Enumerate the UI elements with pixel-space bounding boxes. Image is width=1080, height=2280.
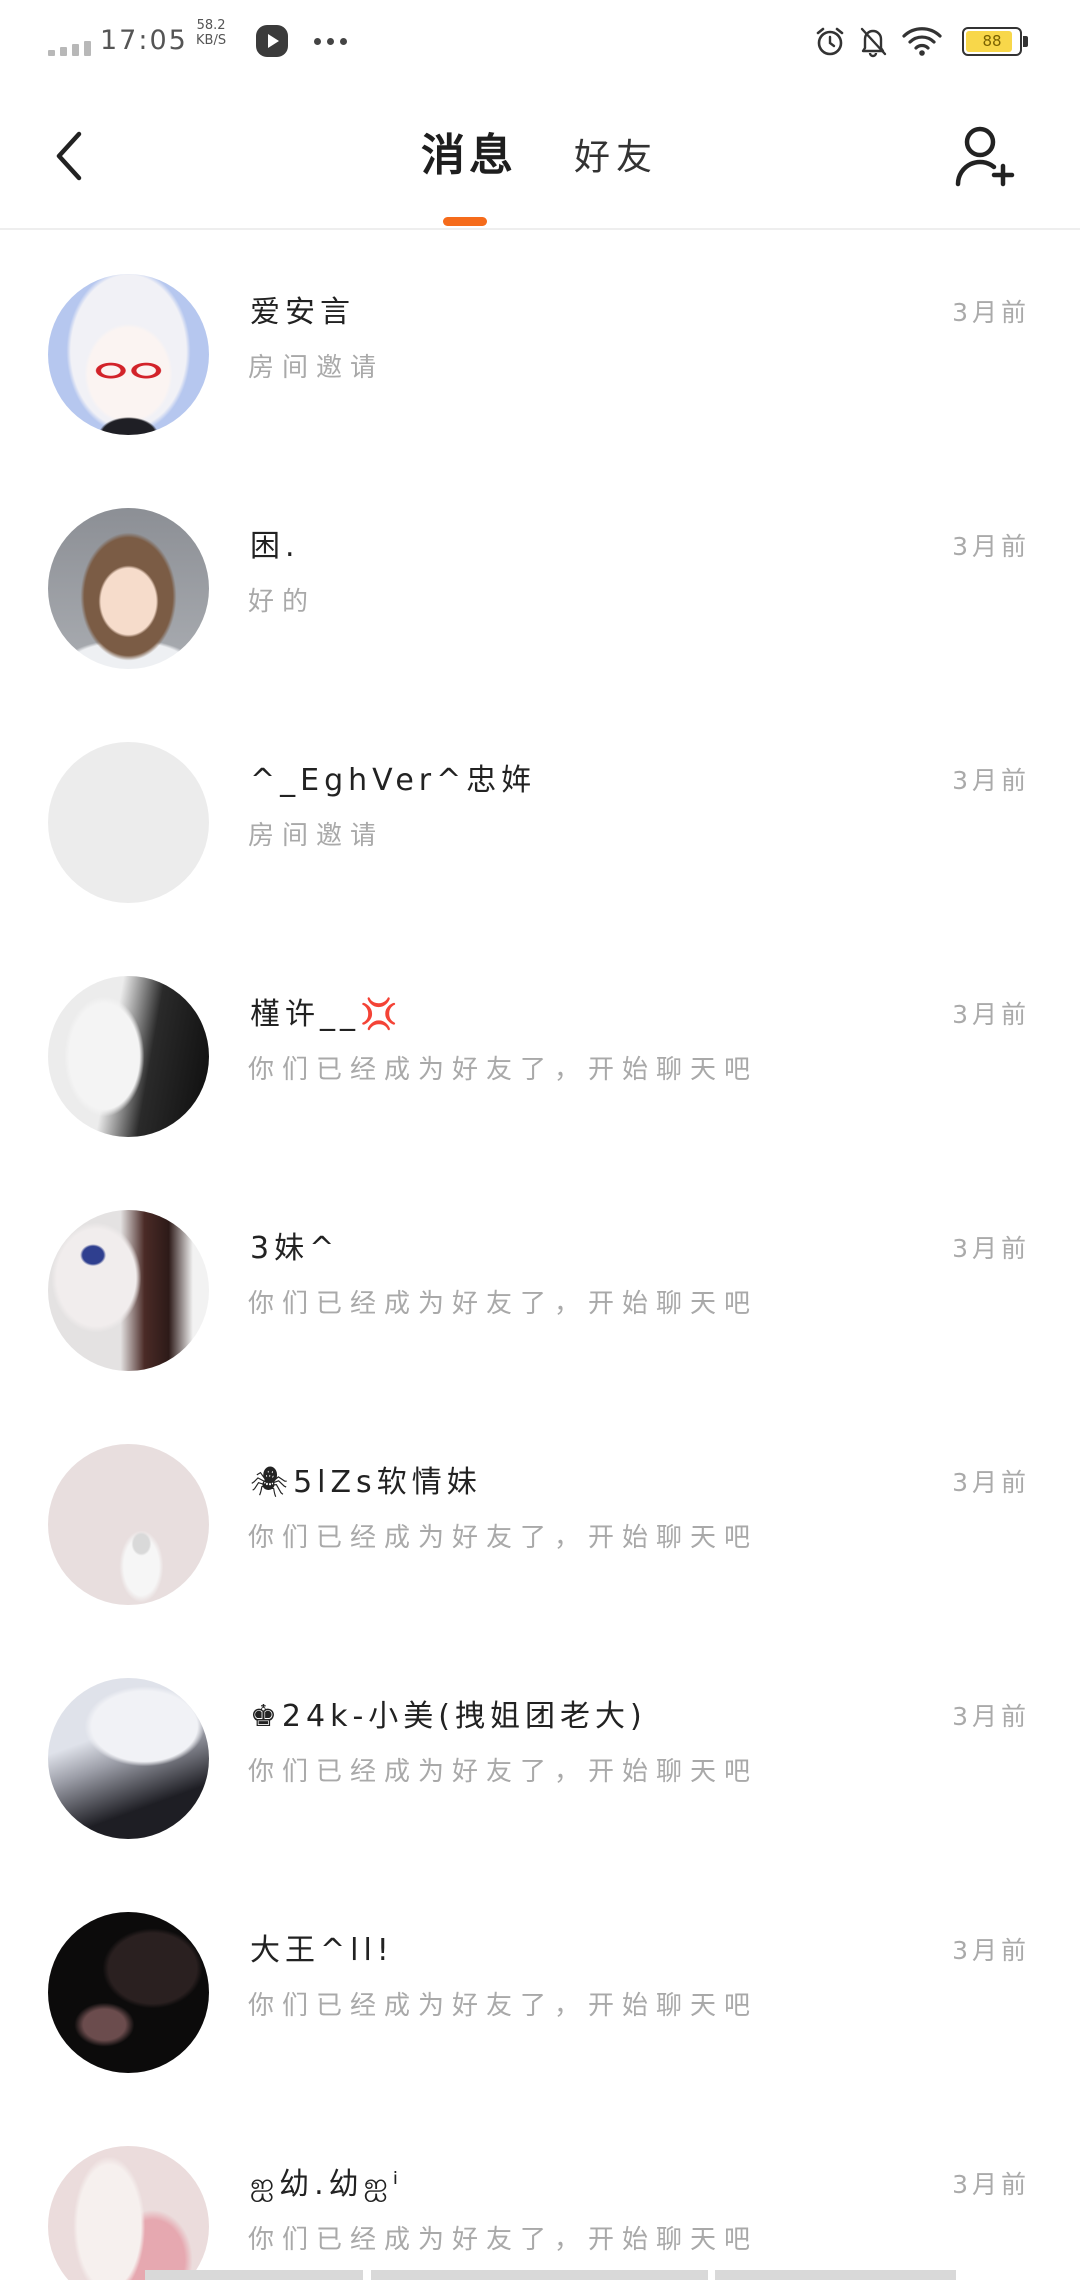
- status-time: 17:05: [100, 25, 188, 56]
- network-speed: 58.2 KB/S: [196, 18, 226, 48]
- conversation-item[interactable]: ஐ幼.幼ஐⁱ 你们已经成为好友了，开始聊天吧 3月前: [0, 2110, 1080, 2280]
- avatar[interactable]: [48, 1912, 209, 2073]
- conversation-item[interactable]: ^_EghVer^忠姩 房间邀请 3月前: [0, 706, 1080, 940]
- avatar[interactable]: [48, 1444, 209, 1605]
- contact-name: 3妹^: [250, 1231, 340, 1266]
- battery-level: 88: [982, 32, 1002, 50]
- message-preview: 房间邀请: [248, 353, 385, 383]
- network-speed-value: 58.2: [196, 18, 226, 33]
- more-notifications-icon: [314, 38, 348, 46]
- contact-name: ஐ幼.幼ஐⁱ: [250, 2167, 404, 2202]
- message-time: 3月前: [952, 298, 1030, 327]
- back-button[interactable]: [40, 128, 96, 184]
- message-preview: 房间邀请: [248, 821, 385, 851]
- notifications-muted-icon: [860, 27, 887, 58]
- active-tab-indicator: [443, 217, 487, 226]
- message-time: 3月前: [952, 766, 1030, 795]
- message-time: 3月前: [952, 1468, 1030, 1497]
- conversation-item[interactable]: 大王^ll! 你们已经成为好友了，开始聊天吧 3月前: [0, 1876, 1080, 2110]
- conversation-item[interactable]: ♚24k-小美(拽姐团老大) 你们已经成为好友了，开始聊天吧 3月前: [0, 1642, 1080, 1876]
- contact-name: 困.: [250, 529, 300, 564]
- conversation-item[interactable]: 🕷5lZs软情妹 你们已经成为好友了，开始聊天吧 3月前: [0, 1408, 1080, 1642]
- tab-friends[interactable]: 好友: [574, 136, 658, 180]
- message-time: 3月前: [952, 1936, 1030, 1965]
- add-friend-button[interactable]: [952, 124, 1016, 188]
- conversation-item[interactable]: 槿许__💢 你们已经成为好友了，开始聊天吧 3月前: [0, 940, 1080, 1174]
- message-preview: 你们已经成为好友了，开始聊天吧: [248, 1523, 759, 1553]
- conversation-item[interactable]: 3妹^ 你们已经成为好友了，开始聊天吧 3月前: [0, 1174, 1080, 1408]
- avatar[interactable]: [48, 274, 209, 435]
- bottom-bar-segment: [371, 2270, 708, 2280]
- contact-name: 爱安言: [250, 295, 355, 330]
- header-divider: [0, 228, 1080, 230]
- wifi-icon: [902, 27, 942, 56]
- signal-icon: [48, 38, 92, 56]
- back-arrow-icon: [56, 131, 82, 181]
- conversation-item[interactable]: 困. 好的 3月前: [0, 472, 1080, 706]
- avatar[interactable]: [48, 976, 209, 1137]
- add-friend-icon: [955, 126, 1015, 187]
- battery-cap: [1023, 36, 1028, 47]
- avatar[interactable]: [48, 508, 209, 669]
- network-speed-unit: KB/S: [196, 33, 227, 48]
- avatar[interactable]: [48, 742, 209, 903]
- media-play-icon: [256, 25, 288, 57]
- message-time: 3月前: [952, 1702, 1030, 1731]
- message-preview: 你们已经成为好友了，开始聊天吧: [248, 2225, 759, 2255]
- avatar[interactable]: [48, 1678, 209, 1839]
- message-preview: 你们已经成为好友了，开始聊天吧: [248, 1055, 759, 1085]
- message-time: 3月前: [952, 532, 1030, 561]
- message-preview: 你们已经成为好友了，开始聊天吧: [248, 1289, 759, 1319]
- message-time: 3月前: [952, 2170, 1030, 2199]
- message-preview: 好的: [248, 587, 317, 617]
- contact-name: 🕷5lZs软情妹: [250, 1465, 482, 1500]
- bottom-bar-segment: [715, 2270, 956, 2280]
- status-bar: 17:05 58.2 KB/S 88: [0, 0, 1080, 84]
- message-preview: 你们已经成为好友了，开始聊天吧: [248, 1991, 759, 2021]
- contact-name: 大王^ll!: [250, 1933, 394, 1968]
- avatar[interactable]: [48, 2146, 209, 2280]
- contact-name: ♚24k-小美(拽姐团老大): [250, 1699, 647, 1734]
- conversation-item[interactable]: 爱安言 房间邀请 3月前: [0, 238, 1080, 472]
- bottom-bar-segment: [145, 2270, 363, 2280]
- tab-messages[interactable]: 消息: [421, 130, 517, 182]
- avatar[interactable]: [48, 1210, 209, 1371]
- message-time: 3月前: [952, 1000, 1030, 1029]
- top-navigation-bar: 消息 好友: [0, 84, 1080, 228]
- contact-name: 槿许__💢: [250, 997, 403, 1032]
- conversation-list[interactable]: 爱安言 房间邀请 3月前 困. 好的 3月前 ^_EghVer^忠姩 房间邀请 …: [0, 238, 1080, 2280]
- alarm-icon: [816, 27, 844, 56]
- contact-name: ^_EghVer^忠姩: [250, 763, 537, 798]
- message-preview: 你们已经成为好友了，开始聊天吧: [248, 1757, 759, 1787]
- message-time: 3月前: [952, 1234, 1030, 1263]
